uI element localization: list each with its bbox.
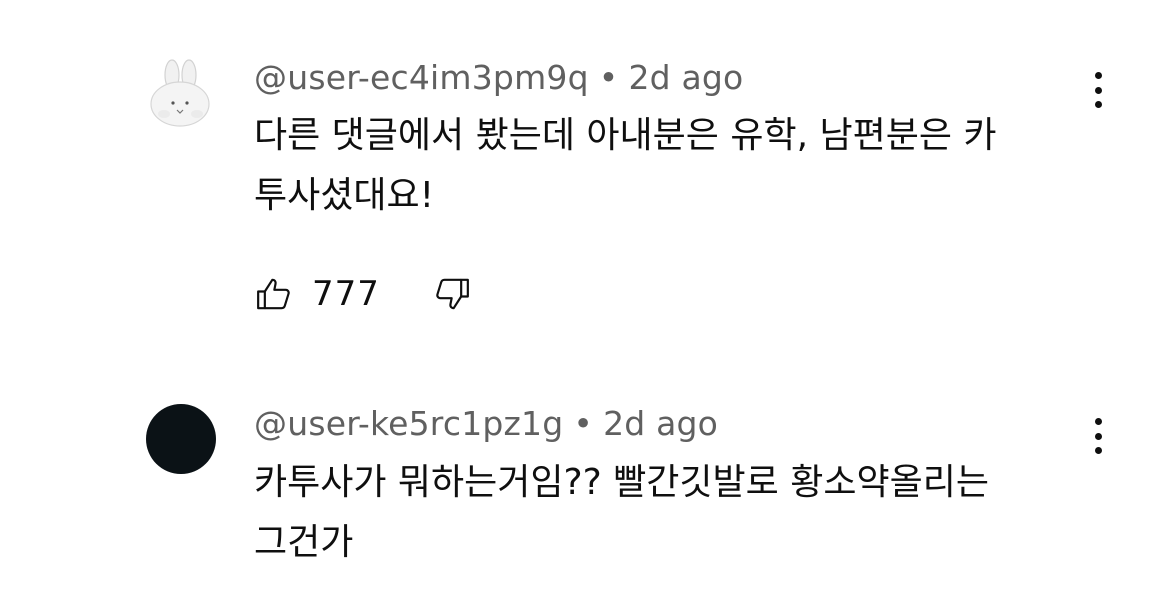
comment-username[interactable]: @user-ke5rc1pz1g	[254, 404, 563, 443]
dislike-button[interactable]	[432, 274, 472, 314]
comment-actions: 777	[254, 270, 472, 318]
more-vertical-icon[interactable]	[1082, 66, 1114, 114]
like-button[interactable]	[254, 274, 294, 314]
thumbs-down-icon	[436, 278, 469, 310]
thumbs-up-icon	[257, 278, 290, 310]
meta-separator: •	[573, 404, 594, 443]
bunny-plush-avatar-image	[150, 59, 210, 127]
avatar[interactable]	[146, 404, 216, 474]
like-count: 777	[312, 274, 380, 314]
avatar[interactable]	[146, 58, 216, 128]
comment-item: @user-ec4im3pm9q • 2d ago 다른 댓글에서 봤는데 아내분은…	[0, 0, 1170, 340]
comment-meta: @user-ec4im3pm9q • 2d ago	[254, 58, 743, 97]
meta-separator: •	[598, 58, 619, 97]
comment-text: 다른 댓글에서 봤는데 아내분은 유학, 남편분은 카 투사셨대요!	[254, 115, 997, 216]
comment-username[interactable]: @user-ec4im3pm9q	[254, 58, 589, 97]
more-vertical-icon[interactable]	[1082, 412, 1114, 460]
comment-meta: @user-ke5rc1pz1g • 2d ago	[254, 404, 718, 443]
comment-text: 카투사가 뭐하는거임?? 빨간깃발로 황소약올리는 그건가	[254, 462, 989, 563]
comment-timestamp[interactable]: 2d ago	[603, 404, 718, 443]
comment-item: @user-ke5rc1pz1g • 2d ago 카투사가 뭐하는거임?? 빨간깃…	[0, 340, 1170, 600]
comment-timestamp[interactable]: 2d ago	[628, 58, 743, 97]
